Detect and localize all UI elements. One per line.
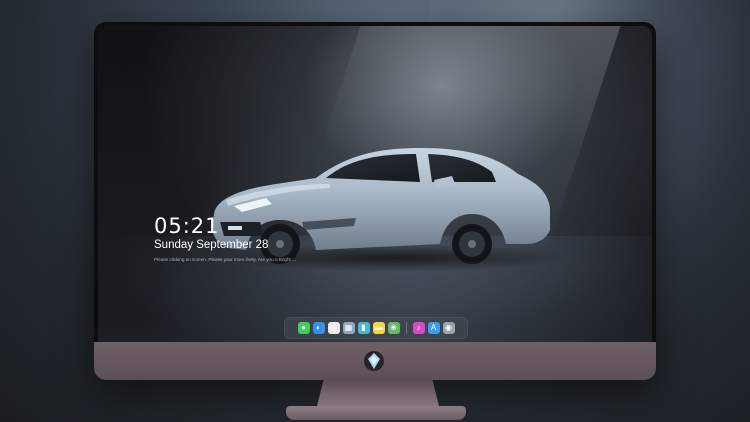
lock-date: Sunday September 28 bbox=[154, 239, 269, 251]
lock-screen[interactable]: 05:21 Sunday September 28 Please clickin… bbox=[98, 26, 652, 362]
safari-icon[interactable]: ◎ bbox=[327, 322, 340, 334]
dock: ● ◐ ◎ ▦ ▮ ▬ ❀ ♪ A ◉ bbox=[284, 317, 468, 339]
car-wallpaper-image bbox=[212, 148, 566, 272]
monitor-chin bbox=[94, 342, 656, 380]
film-icon[interactable]: ▮ bbox=[357, 322, 370, 334]
lock-message: Please clicking on screen. Please your m… bbox=[154, 257, 296, 262]
music-icon[interactable]: ♪ bbox=[412, 322, 425, 334]
monitor-stand-base bbox=[286, 406, 466, 420]
dock-separator bbox=[405, 322, 407, 334]
app-store-icon[interactable]: A bbox=[427, 322, 440, 334]
preview-icon[interactable]: ▦ bbox=[342, 322, 355, 334]
notes-icon[interactable]: ▬ bbox=[372, 322, 385, 334]
messages-icon[interactable]: ● bbox=[297, 322, 310, 334]
finder-icon[interactable]: ◐ bbox=[312, 322, 325, 334]
lock-clock: 05:21 bbox=[154, 214, 220, 238]
photos-icon[interactable]: ❀ bbox=[387, 322, 400, 334]
camera-icon[interactable]: ◉ bbox=[442, 322, 455, 334]
brand-logo-icon bbox=[364, 351, 384, 371]
monitor: 05:21 Sunday September 28 Please clickin… bbox=[94, 22, 656, 380]
